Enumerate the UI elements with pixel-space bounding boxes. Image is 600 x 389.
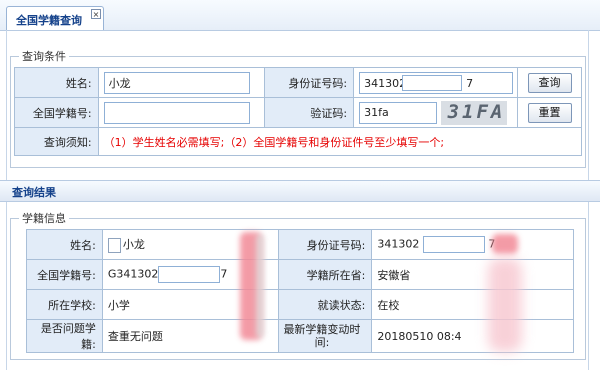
reset-button-cell: 重置 xyxy=(517,97,582,128)
query-form: 姓名: 身份证号码: 341302 7 查询 全国学籍号: 验证码: 31FA … xyxy=(14,67,583,156)
close-icon[interactable]: × xyxy=(91,9,101,19)
result-name-label: 姓名: xyxy=(26,229,103,260)
id-number-mask xyxy=(402,74,463,91)
tab-label: 全国学籍查询 xyxy=(16,14,82,27)
result-student-no-suffix: 7 xyxy=(220,267,228,281)
query-button[interactable]: 查询 xyxy=(527,72,572,93)
student-no-label: 全国学籍号: xyxy=(14,97,99,128)
result-id-cell: 341302 7 xyxy=(371,229,574,260)
id-number-suffix: 7 xyxy=(466,76,474,90)
result-student-no-prefix: G341302 xyxy=(107,267,159,281)
name-cell xyxy=(97,67,265,98)
name-label: 姓名: xyxy=(14,67,99,98)
student-no-cell xyxy=(97,97,265,128)
id-number-prefix: 341302 xyxy=(364,76,407,90)
watermark xyxy=(462,352,472,367)
photo-placeholder xyxy=(107,237,121,253)
result-change-time-label: 最新学籍变动时间: xyxy=(277,319,373,353)
results-header: 查询结果 xyxy=(0,180,600,202)
captcha-input[interactable] xyxy=(359,101,438,124)
query-legend: 查询条件 xyxy=(22,50,66,63)
result-problem-label: 是否问题学籍: xyxy=(26,319,103,353)
student-no-input[interactable] xyxy=(103,101,250,124)
tab-student-query[interactable]: 全国学籍查询 × xyxy=(6,6,104,30)
tab-bar: 全国学籍查询 × xyxy=(0,0,600,31)
results-header-title: 查询结果 xyxy=(12,186,56,199)
captcha-image-text: 31FA xyxy=(447,100,506,123)
captcha-cell: 31FA xyxy=(353,97,519,128)
result-id-mask xyxy=(422,236,485,253)
privacy-blur-right xyxy=(488,258,522,352)
notice-label: 查询须知: xyxy=(14,127,99,156)
result-name-value: 小龙 xyxy=(122,238,145,252)
result-id-label: 身份证号码: xyxy=(277,229,373,260)
result-change-time-value: 20180510 08:4 xyxy=(371,319,574,353)
query-button-cell: 查询 xyxy=(517,67,582,98)
id-number-label: 身份证号码: xyxy=(263,67,355,98)
privacy-blur-left-edge xyxy=(256,234,264,338)
reset-button[interactable]: 重置 xyxy=(527,102,572,123)
privacy-blur-right-top xyxy=(492,234,518,254)
id-number-cell: 341302 7 xyxy=(353,67,519,98)
student-info-legend: 学籍信息 xyxy=(22,212,66,225)
result-school-label: 所在学校: xyxy=(26,289,103,320)
result-status-value: 在校 xyxy=(371,289,574,320)
result-status-label: 就读状态: xyxy=(277,289,373,320)
result-student-no-mask xyxy=(158,266,221,283)
result-province-label: 学籍所在省: xyxy=(277,259,373,290)
captcha-image[interactable]: 31FA xyxy=(440,100,507,125)
notice-text: （1）学生姓名必需填写;（2）全国学籍号和身份证件号至少填写一个; xyxy=(97,127,583,156)
result-province-value: 安徽省 xyxy=(371,259,574,290)
id-number-input[interactable]: 341302 7 xyxy=(359,71,514,94)
name-input[interactable] xyxy=(103,71,250,94)
captcha-label: 验证码: xyxy=(263,97,355,128)
result-student-no-label: 全国学籍号: xyxy=(26,259,103,290)
result-id-prefix: 341302 xyxy=(377,237,420,251)
